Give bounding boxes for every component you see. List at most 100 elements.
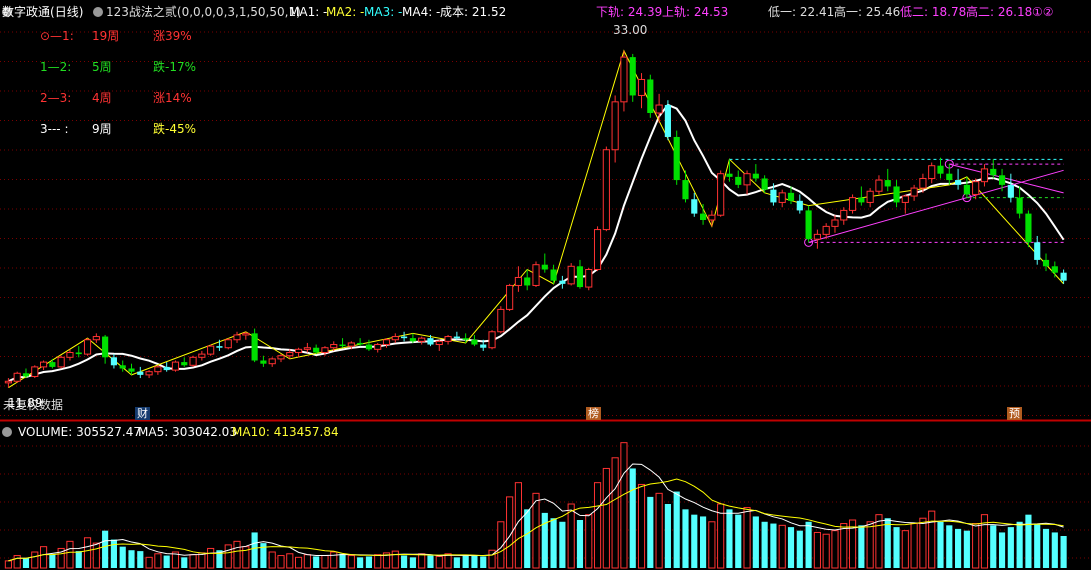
candle-body-up bbox=[840, 209, 848, 221]
legend-range: 1—2: bbox=[40, 60, 72, 74]
candle-body-down bbox=[955, 180, 962, 185]
volume-bar-up bbox=[593, 482, 602, 569]
volume-bar-down bbox=[998, 532, 1006, 568]
volume-bar-up bbox=[928, 510, 936, 569]
volume-bar-down bbox=[1034, 523, 1041, 568]
volume-bar-up bbox=[435, 555, 443, 569]
candle-body-up bbox=[198, 353, 206, 358]
candle-body-up bbox=[295, 348, 303, 354]
volume-bar-down bbox=[735, 514, 742, 568]
candle-body-down bbox=[647, 79, 654, 114]
volume-bar-down bbox=[682, 509, 689, 568]
legend-change: 涨14% bbox=[153, 91, 192, 105]
volume-bar-up bbox=[813, 531, 821, 569]
volume-bar-down bbox=[576, 520, 584, 568]
candle-body-up bbox=[303, 347, 311, 350]
volume-bar-up bbox=[611, 457, 619, 569]
candle-body-down bbox=[339, 344, 346, 347]
volume-bar-up bbox=[154, 553, 162, 569]
volume-bar-down bbox=[805, 521, 812, 568]
indicator-name: 123战法之贰(0,0,0,0,3,1,50,50,1) bbox=[106, 5, 301, 19]
candle-body-up bbox=[418, 337, 426, 342]
tag-finance[interactable]: 财 bbox=[135, 407, 150, 420]
candle-body-up bbox=[875, 179, 883, 192]
legend-row: ⊙—1: 19周 涨39% bbox=[0, 28, 220, 44]
legend-row: 2—3: 4周 涨14% bbox=[0, 90, 220, 106]
candle-body-down bbox=[699, 213, 707, 220]
candle-body-down bbox=[427, 338, 434, 345]
volume-bar-down bbox=[990, 525, 997, 568]
volume-bar-down bbox=[963, 530, 970, 568]
candle-body-down bbox=[251, 333, 258, 361]
candle-body-down bbox=[963, 184, 970, 195]
volume-bar-down bbox=[401, 555, 408, 568]
high1-label: 高一: 25.46 bbox=[834, 5, 901, 19]
volume-bar-down bbox=[1016, 521, 1023, 568]
candle-body-down bbox=[453, 336, 460, 339]
stock-title: 数字政通(日线) bbox=[2, 4, 83, 20]
volume-bar-up bbox=[330, 551, 338, 569]
volume-bar-down bbox=[524, 509, 531, 568]
candle-body-down bbox=[181, 362, 188, 366]
volume-bar-down bbox=[1060, 536, 1067, 568]
candle-body-down bbox=[462, 338, 469, 340]
candle-body-down bbox=[796, 200, 803, 211]
candle-body-up bbox=[154, 366, 162, 373]
legend-weeks: 4周 bbox=[92, 91, 112, 105]
tag-forecast[interactable]: 预 bbox=[1007, 407, 1022, 420]
candle-body-up bbox=[330, 344, 338, 349]
candle-body-up bbox=[919, 177, 927, 189]
indicator-toggle-icon[interactable] bbox=[93, 7, 103, 17]
candle-body-down bbox=[365, 344, 373, 350]
volume-bar-down bbox=[1042, 528, 1050, 568]
volume-bar-down bbox=[409, 557, 416, 568]
volume-bar-down bbox=[1025, 514, 1032, 568]
candle-body-up bbox=[567, 265, 575, 285]
candle-body-up bbox=[92, 336, 100, 341]
volume-bar-up bbox=[4, 560, 12, 569]
volume-bar-up bbox=[207, 547, 215, 569]
candle-body-up bbox=[277, 355, 285, 360]
candle-body-down bbox=[260, 360, 267, 364]
volume-bar-down bbox=[102, 530, 109, 568]
candle-body-up bbox=[910, 187, 918, 197]
volume-label: VOLUME: 305527.47 bbox=[18, 425, 141, 439]
volume-bar-down bbox=[858, 525, 865, 568]
tag-ranking[interactable]: 榜 bbox=[586, 407, 601, 420]
volume-bar-up bbox=[268, 551, 276, 569]
volume-bar-up bbox=[901, 530, 909, 569]
candle-body-down bbox=[1007, 184, 1014, 198]
volume-bar-up bbox=[92, 542, 100, 569]
candle-body-down bbox=[1042, 259, 1050, 267]
volume-bar-down bbox=[787, 527, 795, 568]
volume-bar-up bbox=[840, 523, 848, 569]
legend-change: 跌-45% bbox=[153, 122, 197, 136]
candle-body-up bbox=[593, 229, 602, 270]
volume-bar-up bbox=[286, 553, 294, 569]
candle-body-down bbox=[673, 136, 680, 181]
candle-body-down bbox=[770, 189, 777, 203]
volume-collapse-icon[interactable] bbox=[2, 427, 12, 437]
candle-body-down bbox=[691, 199, 698, 214]
candle-body-down bbox=[990, 168, 997, 176]
candle-body-up bbox=[321, 347, 329, 354]
candle-body-down bbox=[629, 57, 636, 96]
volume-ma10-label: MA10: 413457.84 bbox=[232, 425, 339, 439]
candle-body-up bbox=[972, 181, 980, 195]
volume-bar-up bbox=[866, 521, 874, 569]
volume-bar-up bbox=[822, 533, 830, 569]
candle-body-up bbox=[31, 366, 39, 377]
volume-bar-down bbox=[251, 532, 258, 568]
candle-body-down bbox=[937, 165, 944, 174]
candle-body-down bbox=[735, 176, 742, 185]
candle-body-up bbox=[602, 149, 610, 231]
candle-body-up bbox=[488, 331, 496, 349]
candle-body-up bbox=[391, 336, 399, 341]
legend-change: 涨39% bbox=[153, 29, 192, 43]
volume-bar-down bbox=[480, 556, 487, 568]
candle-body-up bbox=[83, 339, 92, 355]
volume-bar-down bbox=[365, 556, 373, 568]
lower-track-label: 下轨: 24.39 bbox=[596, 5, 663, 19]
volume-bar-down bbox=[955, 528, 962, 568]
candle-body-up bbox=[532, 264, 540, 286]
